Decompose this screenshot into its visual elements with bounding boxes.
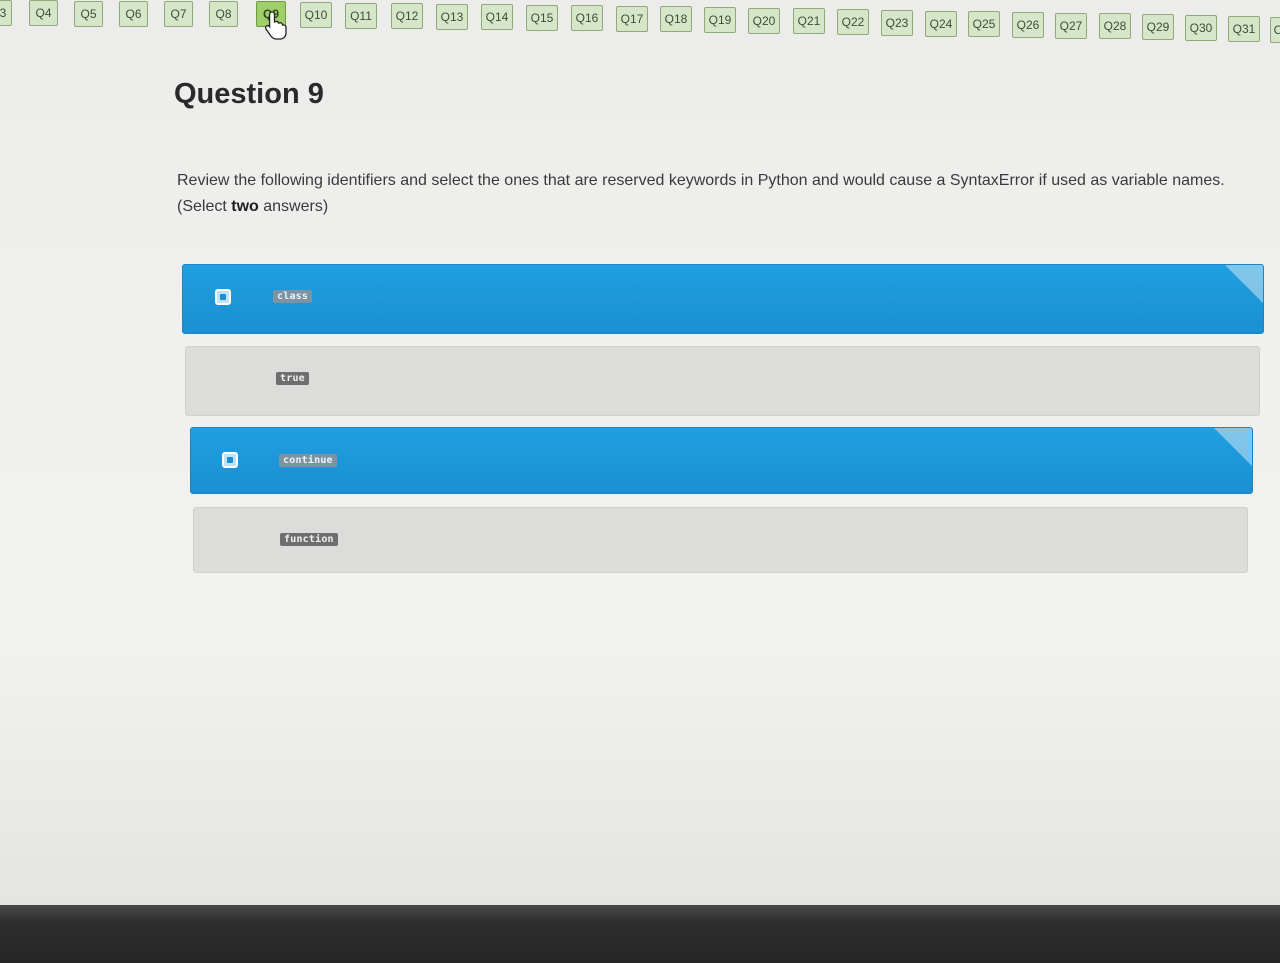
option-label: function — [280, 533, 338, 546]
nav-question-17[interactable]: Q17 — [616, 6, 648, 32]
corner-fold-decoration — [1225, 265, 1263, 303]
checkbox-checked-icon[interactable] — [215, 289, 231, 305]
nav-question-15[interactable]: Q15 — [526, 5, 558, 31]
nav-question-25[interactable]: Q25 — [968, 11, 1000, 37]
nav-question-29[interactable]: Q29 — [1142, 14, 1174, 40]
nav-question-3[interactable]: 3 — [0, 0, 12, 26]
nav-question-10[interactable]: Q10 — [300, 2, 332, 28]
prompt-text-end: answers) — [258, 198, 329, 215]
answer-option-continue[interactable]: continue — [190, 427, 1253, 494]
prompt-text: Review the following identifiers and sel… — [177, 172, 1225, 215]
nav-question-11[interactable]: Q11 — [345, 3, 377, 29]
nav-question-12[interactable]: Q12 — [391, 3, 423, 29]
nav-question-18[interactable]: Q18 — [660, 6, 692, 32]
checkbox-checked-icon[interactable] — [222, 452, 238, 468]
nav-question-8[interactable]: Q8 — [209, 1, 238, 27]
option-label: class — [273, 290, 313, 303]
answer-option-true[interactable]: true — [185, 346, 1260, 416]
nav-question-22[interactable]: Q22 — [837, 9, 869, 35]
nav-question-14[interactable]: Q14 — [481, 4, 513, 30]
nav-question-5[interactable]: Q5 — [74, 1, 103, 27]
nav-question-7[interactable]: Q7 — [164, 1, 193, 27]
nav-question-31[interactable]: Q31 — [1228, 16, 1260, 42]
nav-question-6[interactable]: Q6 — [119, 1, 148, 27]
nav-question-next[interactable]: C — [1270, 17, 1280, 43]
answer-option-class[interactable]: class — [182, 264, 1264, 334]
option-label: true — [276, 372, 309, 385]
nav-question-4[interactable]: Q4 — [29, 0, 58, 26]
hand-cursor-icon — [264, 11, 287, 40]
nav-question-20[interactable]: Q20 — [748, 8, 780, 34]
nav-question-21[interactable]: Q21 — [793, 8, 825, 34]
nav-question-24[interactable]: Q24 — [925, 11, 957, 37]
nav-question-28[interactable]: Q28 — [1099, 13, 1131, 39]
nav-question-26[interactable]: Q26 — [1012, 12, 1044, 38]
nav-question-23[interactable]: Q23 — [881, 10, 913, 36]
corner-fold-decoration — [1214, 428, 1252, 466]
nav-question-16[interactable]: Q16 — [571, 5, 603, 31]
nav-question-19[interactable]: Q19 — [704, 7, 736, 33]
option-label: continue — [279, 454, 337, 467]
question-prompt: Review the following identifiers and sel… — [177, 168, 1227, 220]
question-navigator: 3 Q4 Q5 Q6 Q7 Q8 Q9 Q10 Q11 Q12 Q13 Q14 … — [0, 0, 1280, 50]
nav-question-27[interactable]: Q27 — [1055, 13, 1087, 39]
laptop-bezel — [0, 905, 1280, 963]
question-title: Question 9 — [174, 78, 324, 110]
prompt-emphasis: two — [231, 198, 259, 215]
nav-question-13[interactable]: Q13 — [436, 4, 468, 30]
answer-option-function[interactable]: function — [193, 507, 1248, 573]
screen: 3 Q4 Q5 Q6 Q7 Q8 Q9 Q10 Q11 Q12 Q13 Q14 … — [0, 0, 1280, 905]
nav-question-30[interactable]: Q30 — [1185, 15, 1217, 41]
